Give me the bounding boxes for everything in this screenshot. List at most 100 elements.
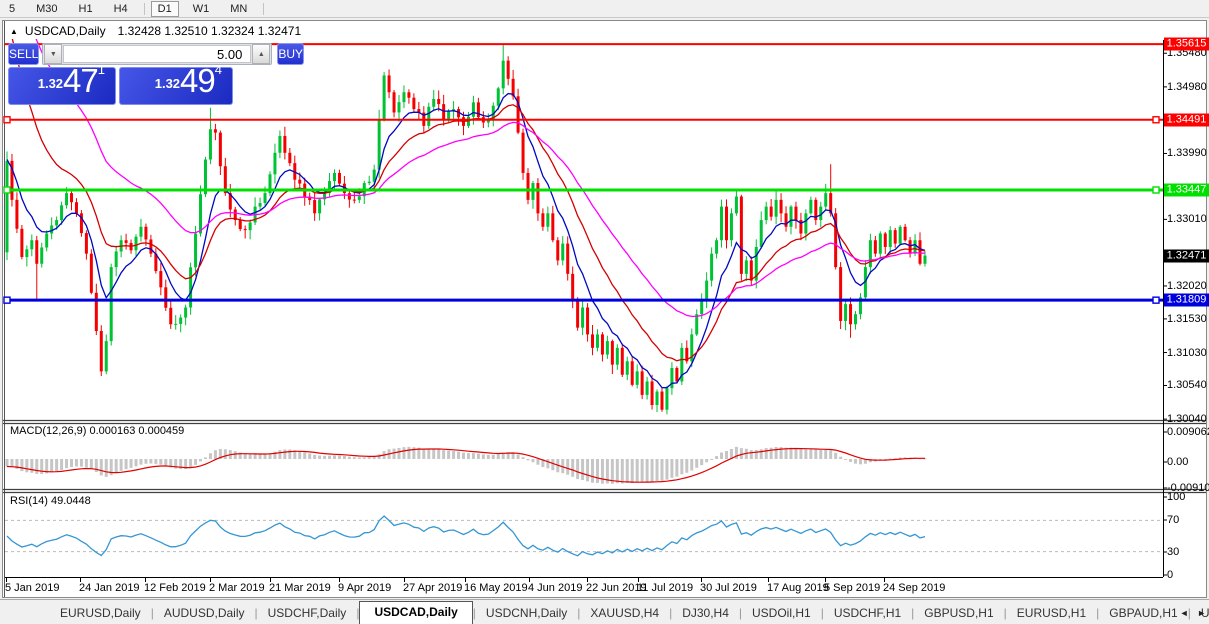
candle [765, 207, 768, 220]
candle [809, 200, 812, 213]
buy-price-big: 49 [180, 62, 215, 99]
timeframe-button-w1[interactable]: W1 [186, 1, 217, 17]
chart-tab-usdchf-h1[interactable]: USDCHF,H1 [824, 603, 911, 624]
buy-button[interactable]: BUY [277, 43, 304, 65]
buy-price-box[interactable]: 1.32494 [119, 67, 233, 105]
candle [660, 392, 663, 410]
candle [646, 381, 649, 394]
rsi-scale-label: 100 [1167, 491, 1185, 503]
chart-tab-eurusd-daily[interactable]: EURUSD,Daily [50, 603, 151, 624]
hline-handle[interactable] [1153, 187, 1159, 193]
chart-tab-eurusd-h1[interactable]: EURUSD,H1 [1007, 603, 1096, 624]
chevron-up-icon: ▲ [258, 51, 265, 58]
candle [85, 233, 88, 254]
candle [477, 102, 480, 117]
macd-scale-label: 0.00 [1167, 456, 1188, 468]
timeframe-button-h1[interactable]: H1 [72, 1, 100, 17]
candle [770, 207, 773, 217]
timeframe-button-mn[interactable]: MN [223, 1, 254, 17]
tab-scroll-left-icon[interactable]: ◄ [1180, 608, 1189, 618]
sell-price-box[interactable]: 1.32471 [8, 67, 116, 105]
toolbar-separator [263, 3, 264, 15]
date-axis-label: 5 Jan 2019 [5, 582, 59, 594]
candle [75, 202, 78, 213]
candle [249, 222, 252, 230]
sell-price-big: 47 [63, 62, 98, 99]
sell-price-sup: 1 [98, 62, 105, 77]
timeframe-button-m30[interactable]: M30 [29, 1, 64, 17]
candle [100, 331, 103, 371]
candle [353, 200, 356, 201]
candle [904, 227, 907, 240]
price-level-badge: 1.31809 [1164, 294, 1209, 307]
candle [536, 183, 539, 213]
candle [527, 173, 530, 200]
date-axis-label: 17 Aug 2019 [767, 582, 829, 594]
candle [144, 227, 147, 240]
candle [174, 324, 177, 325]
chart-title-quotes: 1.32428 1.32510 1.32324 1.32471 [118, 24, 302, 38]
timeframe-button-5[interactable]: 5 [2, 1, 22, 17]
candle [675, 368, 678, 381]
candle [601, 334, 604, 354]
date-axis-label: 24 Jan 2019 [79, 582, 140, 594]
candle [219, 133, 222, 167]
sell-price-small: 1.32 [38, 76, 63, 91]
candle [561, 244, 564, 261]
candle [393, 92, 396, 112]
candle [348, 193, 351, 199]
hline-handle[interactable] [4, 297, 10, 303]
candle [95, 293, 98, 331]
candle [919, 240, 922, 264]
chart-tab-dj30-h4[interactable]: DJ30,H4 [672, 603, 739, 624]
buy-price-sup: 4 [215, 62, 222, 77]
volume-increase-button[interactable]: ▲ [252, 44, 270, 64]
hline-handle[interactable] [4, 187, 10, 193]
candle [556, 240, 559, 260]
volume-decrease-button[interactable]: ▼ [44, 44, 62, 64]
candle [794, 207, 797, 220]
rsi-scale-label: 70 [1167, 514, 1179, 526]
toolbar-separator [144, 3, 145, 15]
candle [90, 254, 93, 293]
rsi-scale-label: 0 [1167, 569, 1173, 581]
volume-input[interactable] [63, 45, 251, 63]
chart-tab-usdoil-h1[interactable]: USDOil,H1 [742, 603, 821, 624]
candle [25, 249, 28, 257]
chart-tab-usdchf-daily[interactable]: USDCHF,Daily [258, 603, 357, 624]
candle [298, 180, 301, 184]
candle [159, 271, 162, 287]
hline-handle[interactable] [1153, 297, 1159, 303]
sell-button[interactable]: SELL [8, 43, 39, 65]
candle [139, 227, 142, 237]
candle [55, 220, 58, 225]
price-axis-label: 1.31030 [1167, 347, 1207, 359]
date-axis-label: 27 Apr 2019 [403, 582, 462, 594]
candle [432, 99, 435, 107]
candle [65, 193, 68, 205]
chart-title-symbol: USDCAD,Daily [25, 24, 106, 38]
candle [383, 75, 386, 119]
candle [551, 213, 554, 240]
candle [199, 194, 202, 233]
chart-tab-audusd-daily[interactable]: AUDUSD,Daily [154, 603, 255, 624]
date-axis-label: 4 Jun 2019 [528, 582, 582, 594]
candle [715, 240, 718, 253]
chart-tab-usdcad-daily[interactable]: USDCAD,Daily [359, 601, 472, 624]
candle [735, 197, 738, 214]
hline-handle[interactable] [1153, 117, 1159, 123]
candle [705, 281, 708, 301]
timeframe-button-d1[interactable]: D1 [151, 1, 179, 17]
hline-handle[interactable] [4, 117, 10, 123]
candle [368, 182, 371, 183]
candle [651, 381, 654, 405]
chart-tab-usdcnh-daily[interactable]: USDCNH,Daily [476, 603, 577, 624]
candle [909, 240, 912, 253]
candle [879, 233, 882, 253]
chart-tab-gbpusd-h1[interactable]: GBPUSD,H1 [914, 603, 1003, 624]
chart-tab-xauusd-h4[interactable]: XAUUSD,H4 [580, 603, 669, 624]
timeframe-button-h4[interactable]: H4 [107, 1, 135, 17]
tab-scroll-right-icon[interactable]: ► [1197, 608, 1206, 618]
window-collapse-icon[interactable]: ▲ [10, 27, 18, 36]
candle [541, 213, 544, 226]
